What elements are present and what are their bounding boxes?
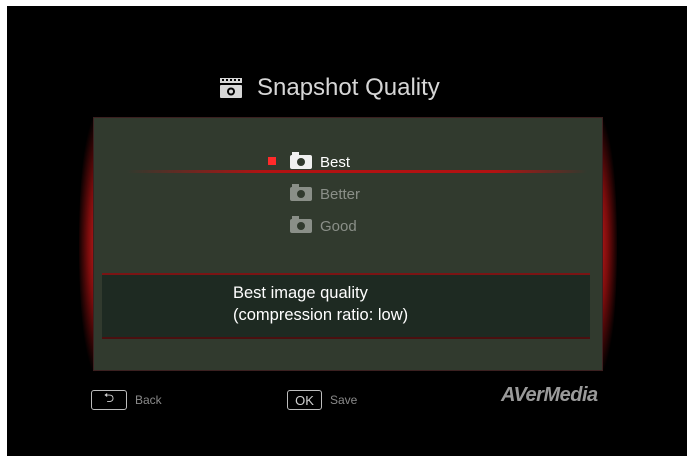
menu-item-best[interactable]: Best: [262, 146, 462, 178]
menu-item-better[interactable]: Better: [262, 178, 462, 210]
menu-item-label: Better: [320, 185, 361, 203]
page-title: Snapshot Quality: [219, 68, 440, 108]
brand-logo: AVerMedia: [501, 384, 598, 406]
page-title-text: Snapshot Quality: [257, 74, 440, 101]
description-line-2: (compression ratio: low): [233, 306, 409, 324]
back-key-icon: ⮌: [91, 390, 127, 410]
quality-menu: Best Better Good: [262, 146, 462, 242]
back-hint[interactable]: ⮌ Back: [91, 388, 162, 412]
save-hint[interactable]: OK Save: [287, 388, 357, 412]
menu-item-label: Best: [320, 153, 351, 171]
snapshot-icon: [219, 77, 243, 99]
ok-key: OK: [287, 390, 322, 410]
description-line-1: Best image quality: [233, 284, 368, 302]
description-text: Best image quality (compression ratio: l…: [233, 282, 408, 326]
menu-item-good[interactable]: Good: [262, 210, 462, 242]
camera-icon: [290, 184, 312, 201]
back-label: Back: [135, 393, 162, 407]
tv-screen: Snapshot Quality Best Better Good Best i…: [7, 6, 687, 456]
description-box: Best image quality (compression ratio: l…: [102, 273, 590, 339]
selected-indicator: [268, 157, 276, 165]
menu-item-label: Good: [320, 217, 357, 235]
camera-icon: [290, 216, 312, 233]
camera-icon: [290, 152, 312, 169]
save-label: Save: [330, 393, 358, 407]
